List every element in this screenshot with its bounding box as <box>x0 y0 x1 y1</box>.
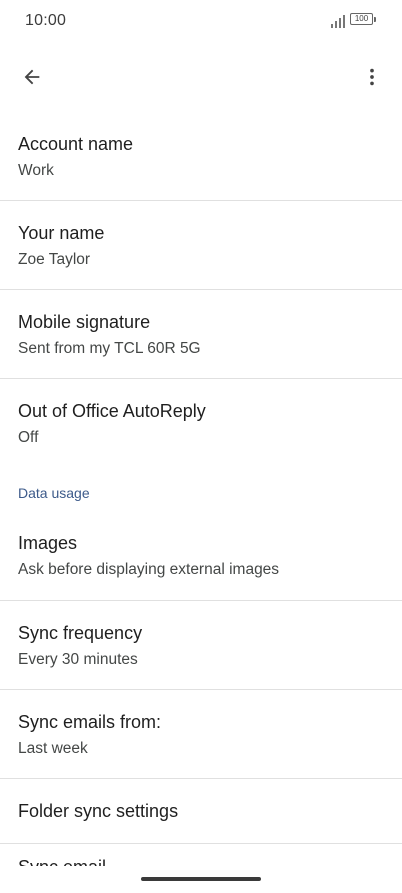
setting-title: Mobile signature <box>18 312 151 332</box>
app-bar <box>0 52 402 102</box>
setting-mobile-signature[interactable]: Mobile signature Sent from my TCL 60R 5G <box>0 290 402 378</box>
setting-title: Folder sync settings <box>18 801 179 821</box>
battery-level: 100 <box>354 14 369 23</box>
setting-value: Zoe Taylor <box>18 251 91 268</box>
signal-icon <box>331 15 345 28</box>
setting-value: Last week <box>18 740 88 757</box>
setting-value: Off <box>18 429 39 446</box>
setting-value: Sent from my TCL 60R 5G <box>18 340 201 357</box>
more-options-button[interactable] <box>354 59 390 95</box>
divider <box>0 843 402 844</box>
setting-images[interactable]: Images Ask before displaying external im… <box>0 519 402 600</box>
setting-out-of-office[interactable]: Out of Office AutoReply Off <box>0 379 402 467</box>
status-bar: 10:00 100 <box>0 0 402 42</box>
setting-title: Sync frequency <box>18 623 143 643</box>
setting-your-name[interactable]: Your name Zoe Taylor <box>0 201 402 289</box>
gesture-navigation-bar[interactable] <box>141 877 261 881</box>
setting-title: Out of Office AutoReply <box>18 401 206 421</box>
setting-sync-email-partial[interactable]: Sync email <box>18 852 106 866</box>
setting-value: Ask before displaying external images <box>18 561 280 578</box>
setting-title: Sync emails from: <box>18 712 162 732</box>
setting-value: Every 30 minutes <box>18 651 138 668</box>
setting-account-name[interactable]: Account name Work <box>0 112 402 200</box>
setting-title: Images <box>18 533 78 553</box>
battery-icon: 100 <box>350 13 378 27</box>
setting-title: Account name <box>18 134 134 154</box>
section-header-label: Data usage <box>18 485 90 501</box>
setting-folder-sync[interactable]: Folder sync settings <box>0 779 402 843</box>
back-button[interactable] <box>14 59 50 95</box>
status-time: 10:00 <box>25 12 67 29</box>
section-header-data-usage: Data usage <box>0 467 402 519</box>
back-arrow-icon <box>24 69 40 85</box>
setting-sync-frequency[interactable]: Sync frequency Every 30 minutes <box>0 601 402 689</box>
setting-title: Your name <box>18 223 105 243</box>
more-vert-icon <box>370 68 374 86</box>
setting-sync-emails-from[interactable]: Sync emails from: Last week <box>0 690 402 778</box>
setting-value: Work <box>18 162 54 179</box>
settings-list: Account name Work Your name Zoe Taylor M… <box>0 112 402 844</box>
